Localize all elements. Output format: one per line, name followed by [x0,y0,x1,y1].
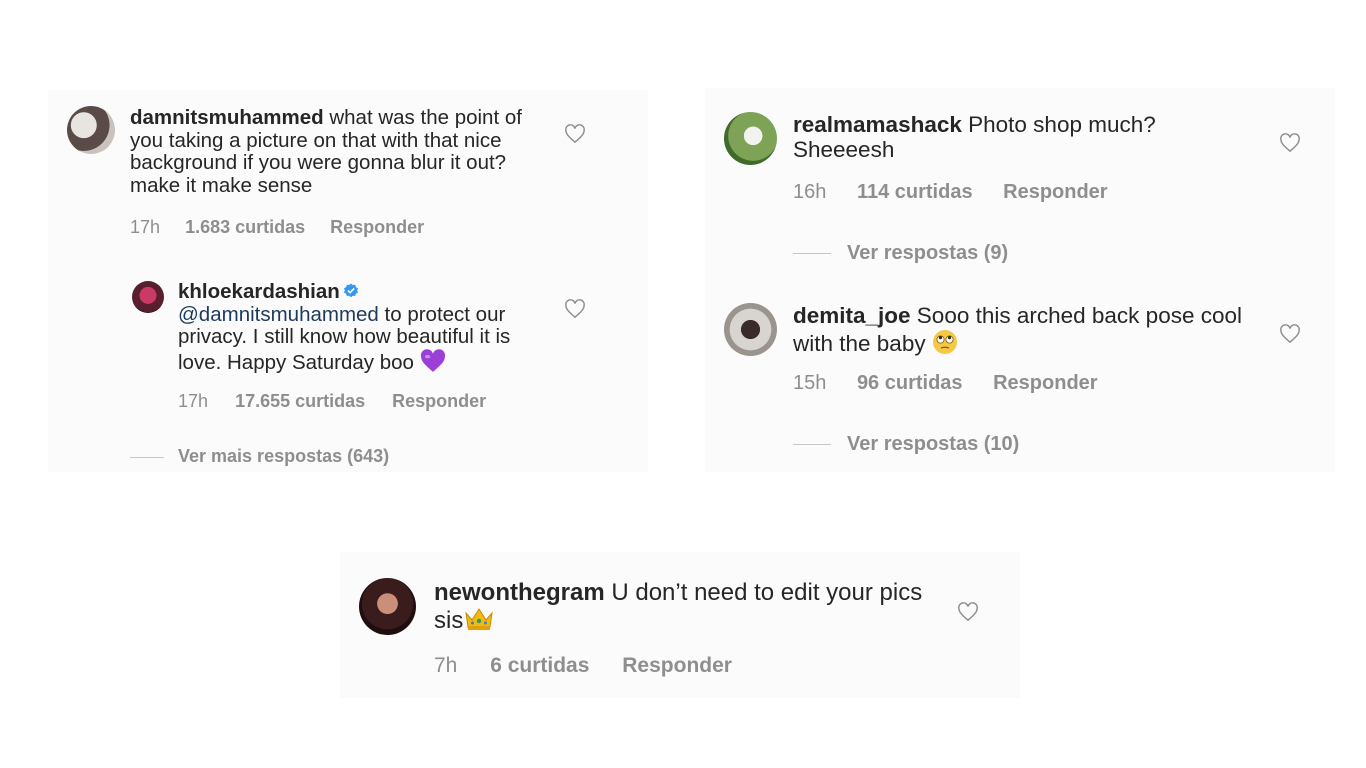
likes-count[interactable]: 17.655 curtidas [235,391,365,412]
username[interactable]: demita_joe [793,303,911,328]
comment-meta: 7h 6 curtidas Responder [434,654,732,678]
likes-count[interactable]: 114 curtidas [857,181,973,204]
comment-text: realmamashack Photo shop much? Sheeeesh [793,112,1233,163]
username[interactable]: damnitsmuhammed [130,106,324,129]
like-heart-icon[interactable] [1279,324,1301,344]
reply-button[interactable]: Responder [993,372,1097,395]
timestamp: 17h [178,391,209,411]
divider-line [793,444,831,446]
likes-count[interactable]: 96 curtidas [857,372,963,395]
comment-text: newonthegram U don’t need to edit your p… [434,579,934,635]
like-heart-icon[interactable] [1279,133,1301,153]
divider-line [130,456,164,458]
like-heart-icon[interactable] [957,602,979,622]
likes-count[interactable]: 6 curtidas [490,654,589,678]
likes-count[interactable]: 1.683 curtidas [185,217,305,238]
avatar[interactable] [359,578,416,635]
avatar[interactable] [724,303,777,356]
comment-meta: 17h 17.655 curtidas Responder [178,391,486,412]
divider-line [793,253,831,255]
username[interactable]: khloekardashian [178,280,340,303]
view-replies-label[interactable]: Ver respostas (10) [847,433,1019,455]
comment-text: khloekardashian @damnitsmuhammed to prot… [178,280,538,374]
comment-meta: 16h 114 curtidas Responder [793,181,1108,204]
timestamp: 15h [793,372,827,394]
comment-text: damnitsmuhammed what was the point of yo… [130,106,540,197]
view-replies-label[interactable]: Ver respostas (9) [847,242,1008,264]
verified-badge-icon [343,283,358,298]
avatar[interactable] [132,281,164,313]
avatar[interactable] [724,112,777,165]
comment-text: demita_joe Sooo this arched back pose co… [793,303,1253,357]
reply-button[interactable]: Responder [330,217,424,238]
reply-button[interactable]: Responder [1003,181,1107,204]
view-more-replies-label[interactable]: Ver mais respostas (643) [178,446,389,466]
view-replies[interactable]: Ver respostas (10) [793,433,1019,456]
timestamp: 7h [434,654,458,677]
like-heart-icon[interactable] [564,124,586,144]
comment-meta: 17h 1.683 curtidas Responder [130,217,424,238]
avatar[interactable] [67,106,115,154]
crown-icon [465,608,494,631]
reply-button[interactable]: Responder [392,391,486,412]
username[interactable]: newonthegram [434,579,605,606]
view-more-replies[interactable]: Ver mais respostas (643) [130,446,389,467]
timestamp: 17h [130,217,161,237]
purple-heart-icon [420,348,445,372]
comment-meta: 15h 96 curtidas Responder [793,372,1098,395]
like-heart-icon[interactable] [564,299,586,319]
reply-button[interactable]: Responder [622,654,732,678]
view-replies[interactable]: Ver respostas (9) [793,242,1008,265]
mention-link[interactable]: @damnitsmuhammed [178,303,379,326]
username[interactable]: realmamashack [793,112,962,137]
timestamp: 16h [793,181,827,203]
eye-roll-face-icon [932,329,957,354]
